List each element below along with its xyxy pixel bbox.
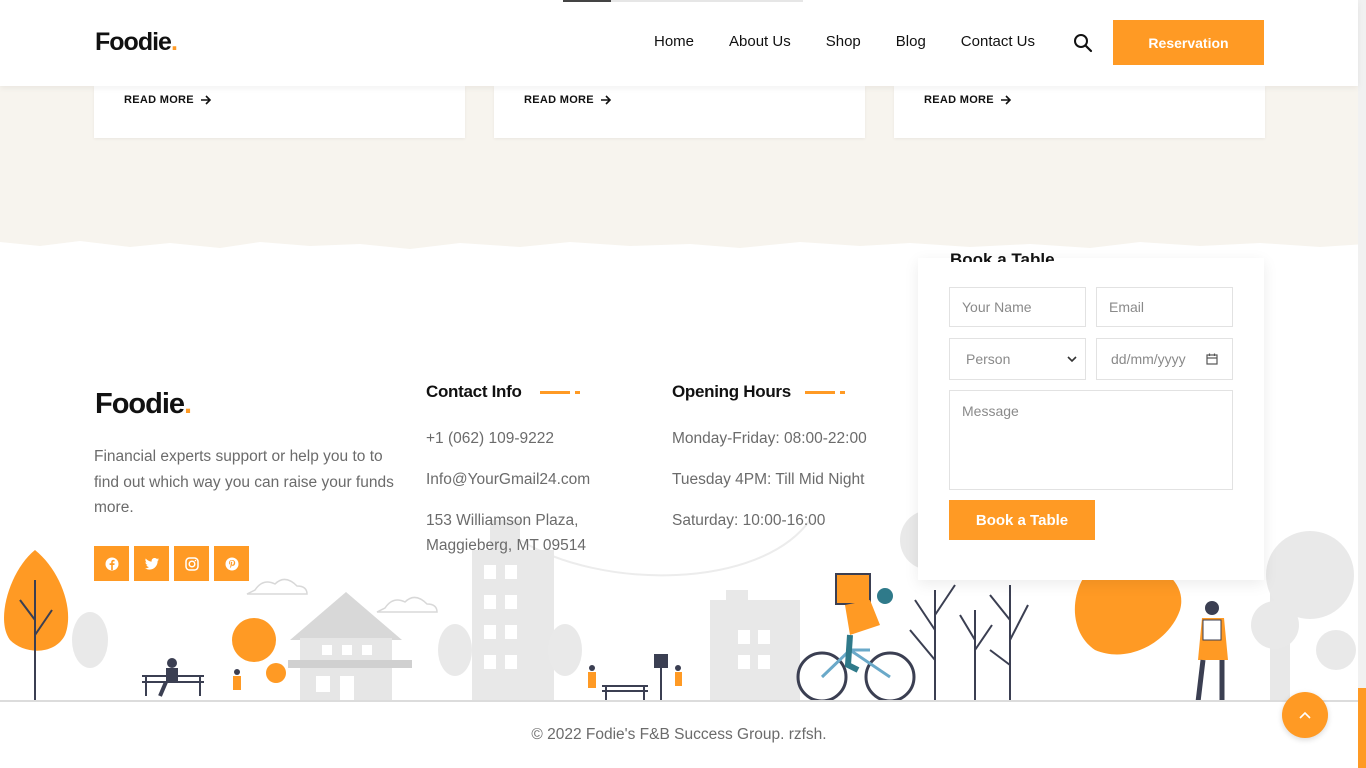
header-logo[interactable]: Foodie. — [95, 28, 178, 57]
arrow-right-icon — [200, 95, 212, 105]
facebook-icon[interactable] — [94, 546, 129, 581]
nav-shop[interactable]: Shop — [826, 33, 861, 50]
arrow-right-icon — [600, 95, 612, 105]
footer-about-text: Financial experts support or help you to… — [94, 448, 394, 516]
title-underline — [540, 391, 570, 394]
scroll-to-top-button[interactable] — [1282, 692, 1328, 738]
nav-blog[interactable]: Blog — [896, 33, 926, 50]
search-icon[interactable] — [1073, 33, 1093, 53]
name-field[interactable]: Your Name — [949, 287, 1086, 327]
nav-about-us[interactable]: About Us — [729, 33, 791, 50]
page-scrollbar[interactable] — [1358, 0, 1366, 768]
social-links — [94, 546, 249, 581]
contact-email[interactable]: Info@YourGmail24.com — [426, 467, 590, 492]
message-textarea[interactable]: Message — [949, 390, 1233, 490]
ground-line — [0, 700, 1366, 702]
nav-contact-us[interactable]: Contact Us — [961, 33, 1035, 50]
hours-line: Saturday: 10:00-16:00 — [672, 512, 826, 529]
person-select[interactable]: Person — [949, 338, 1086, 380]
blog-card: READ MORE — [894, 86, 1265, 138]
contact-address-line1: 153 Williamson Plaza, — [426, 512, 579, 529]
date-field[interactable]: dd/mm/yyyy — [1096, 338, 1233, 380]
title-underline-dot — [575, 391, 580, 394]
person-select-value: Person — [966, 351, 1011, 367]
blog-card: READ MORE — [94, 86, 465, 138]
chevron-up-icon — [1299, 711, 1311, 719]
chevron-down-icon — [1067, 355, 1077, 362]
email-field[interactable]: Email — [1096, 287, 1233, 327]
arrow-right-icon — [1000, 95, 1012, 105]
nav-home[interactable]: Home — [654, 33, 694, 50]
contact-phone[interactable]: +1 (062) 109-9222 — [426, 426, 554, 451]
booking-form-title: Book a Table — [950, 250, 1055, 262]
book-table-button[interactable]: Book a Table — [949, 500, 1095, 540]
scrollbar-thumb[interactable] — [1358, 688, 1366, 768]
read-more-link[interactable]: READ MORE — [124, 94, 212, 106]
hours-line: Tuesday 4PM: Till Mid Night — [672, 471, 865, 488]
read-more-link[interactable]: READ MORE — [924, 94, 1012, 106]
title-underline-dot — [840, 391, 845, 394]
title-underline — [805, 391, 835, 394]
blog-card: READ MORE — [494, 86, 865, 138]
site-header: Foodie. Home About Us Shop Blog Contact … — [0, 0, 1358, 86]
date-field-value: dd/mm/yyyy — [1111, 351, 1186, 367]
main-nav: Home About Us Shop Blog Contact Us — [654, 33, 1070, 50]
contact-info-title: Contact Info — [426, 382, 522, 401]
hours-line: Monday-Friday: 08:00-22:00 — [672, 430, 867, 447]
read-more-link[interactable]: READ MORE — [524, 94, 612, 106]
contact-address-line2: Maggieberg, MT 09514 — [426, 537, 586, 554]
instagram-icon[interactable] — [174, 546, 209, 581]
opening-hours-title: Opening Hours — [672, 382, 791, 401]
copyright-text: © 2022 Fodie's F&B Success Group. rzfsh. — [531, 726, 827, 743]
booking-form: Book a Table Your Name Email Person dd/m… — [918, 250, 1264, 580]
pinterest-icon[interactable] — [214, 546, 249, 581]
reservation-button[interactable]: Reservation — [1113, 20, 1264, 65]
calendar-icon[interactable] — [1206, 353, 1218, 365]
scroll-indicator — [563, 0, 803, 2]
footer-logo[interactable]: Foodie. — [95, 388, 192, 421]
twitter-icon[interactable] — [134, 546, 169, 581]
